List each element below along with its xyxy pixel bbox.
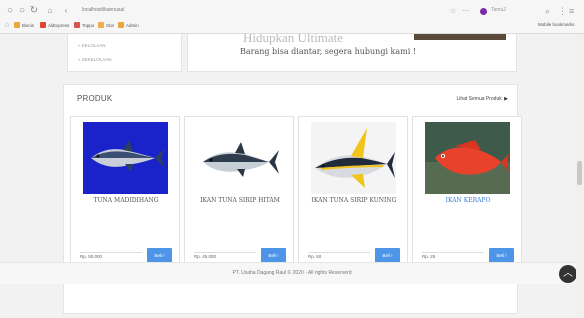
search-icon[interactable]: ⌕ [545,6,550,17]
category-item[interactable]: » SEKELOLAAN [78,57,112,62]
mobile-bookmarks[interactable]: Mobile bookmarks [538,22,575,27]
reload-icon[interactable]: ↻ [28,4,40,18]
footer: PT. Usaha Dagang Raul © 2020 - All right… [0,262,584,284]
product-name[interactable]: TUNA MADIDIHANG [71,197,181,204]
divider [308,252,370,253]
product-card[interactable]: TUNA MADIDIHANG Rp. 50.000 Stok : 5E Bel… [70,116,180,276]
bookmark-item[interactable]: Bisnis [14,22,34,28]
product-name[interactable]: IKAN TUNA SIRIP KUNING [299,197,409,204]
bookmark-favicon-icon [74,22,80,28]
promo-subtitle: Barang bisa diantar, segera hubungi kami… [240,47,417,56]
home-icon[interactable]: ⌂ [44,4,56,18]
sidebar-toggle-icon[interactable]: ≡ [569,6,574,16]
footer-text: PT. Usaha Dagang Raul © 2020 - All right… [232,270,352,276]
url-bar[interactable]: localhost/ikannusa/ [82,7,125,13]
divider [422,252,484,253]
scroll-to-top-button[interactable]: ︿ [559,265,577,283]
extension-icon[interactable]: ☆ [450,7,456,15]
scrollbar-thumb[interactable] [577,161,582,185]
chevron-up-icon: ︿ [563,268,573,279]
tuna-madidihang-image[interactable] [83,122,168,194]
bookmark-item[interactable]: Admin [118,22,139,28]
back-arrow-icon[interactable]: ‹ [60,4,72,18]
chevron-right-icon: ▶ [504,96,508,102]
product-price: Rp. 50 [308,254,322,259]
forward-icon[interactable]: ○ [16,4,28,18]
tuna-sirip-kuning-image[interactable] [311,122,396,194]
bookmark-item[interactable]: Slot [98,22,114,28]
bookmark-favicon-icon [14,22,20,28]
promo-title: Hidupkan Ultimate [243,34,344,45]
see-all-link[interactable]: Lihat Semua Produk ▶ [456,96,508,102]
category-item[interactable]: » KELOLAAN [78,43,106,48]
bookmark-favicon-icon [98,22,104,28]
see-all-label: Lihat Semua Produk [456,96,502,102]
menu-dots-icon[interactable]: ⋯ [462,7,469,15]
profile-label[interactable]: Tamu2 [491,7,506,13]
product-price: Rp. 25 [422,254,436,259]
tuna-sirip-hitam-image[interactable] [197,122,282,194]
bookmark-favicon-icon [40,22,46,28]
profile-avatar-icon[interactable] [480,8,487,15]
product-card[interactable]: IKAN KERAPO Rp. 25 Stok : 20 Beli ! [412,116,522,276]
product-card[interactable]: IKAN TUNA SIRIP HITAM Rp. 45.000 Stok : … [184,116,294,276]
bookmark-item[interactable]: Toppo [74,22,94,28]
product-price: Rp. 45.000 [194,254,217,259]
back-icon[interactable]: ○ [4,4,16,18]
promo-banner: Hidupkan Ultimate Barang bisa diantar, s… [187,34,517,72]
bookmarks-bar: ☆ Bisnis AliExpress Toppo Slot Admin Mob… [0,20,584,32]
divider [80,252,142,253]
more-icon[interactable]: ⋮ [558,6,567,17]
ikan-kerapo-image[interactable] [425,122,510,194]
bookmark-favicon-icon [118,22,124,28]
category-sidebar: » KELOLAAN » SEKELOLAAN [67,34,182,72]
divider [194,252,256,253]
star-icon[interactable]: ☆ [4,21,10,29]
section-title: PRODUK [77,94,113,103]
address-row: ○ ○ ↻ ⌂ ‹ localhost/ikannusa/ ☆ ⋯ Tamu2 … [0,4,584,20]
product-name[interactable]: IKAN KERAPO [413,197,523,204]
browser-toolbar: ○ ○ ↻ ⌂ ‹ localhost/ikannusa/ ☆ ⋯ Tamu2 … [0,0,584,34]
product-price: Rp. 50.000 [80,254,103,259]
promo-image [414,34,506,40]
product-card[interactable]: IKAN TUNA SIRIP KUNING Rp. 50 Stok : 5 B… [298,116,408,276]
product-name[interactable]: IKAN TUNA SIRIP HITAM [185,197,295,204]
bookmark-item[interactable]: AliExpress [40,22,69,28]
